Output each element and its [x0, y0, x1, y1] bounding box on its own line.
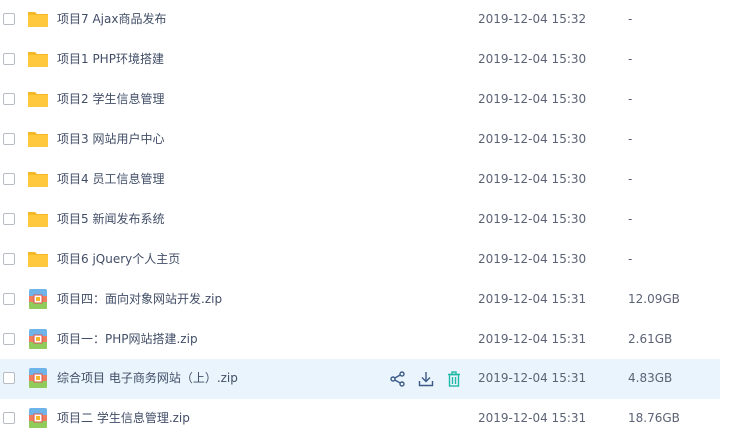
folder-icon: [27, 48, 49, 70]
file-size: -: [628, 92, 633, 106]
row-checkbox[interactable]: [3, 253, 15, 265]
row-checkbox[interactable]: [3, 293, 15, 305]
modified-date: 2019-12-04 15:32: [478, 12, 587, 26]
folder-icon: [27, 88, 49, 110]
modified-date: 2019-12-04 15:30: [478, 92, 587, 106]
file-name[interactable]: 项目7 Ajax商品发布: [57, 11, 166, 27]
share-icon[interactable]: [389, 370, 407, 388]
row-checkbox[interactable]: [3, 412, 15, 424]
file-size: 18.76GB: [628, 411, 680, 425]
row-checkbox[interactable]: [3, 53, 15, 65]
folder-icon: [27, 248, 49, 270]
row-checkbox[interactable]: [3, 133, 15, 145]
file-row[interactable]: 项目2 学生信息管理 2019-12-04 15:30 -: [0, 80, 720, 120]
folder-icon: [27, 168, 49, 190]
zip-archive-icon: [27, 367, 49, 389]
file-name[interactable]: 综合项目 电子商务网站（上）.zip: [57, 370, 238, 386]
file-name[interactable]: 项目一：PHP网站搭建.zip: [57, 331, 198, 347]
modified-date: 2019-12-04 15:30: [478, 132, 587, 146]
modified-date: 2019-12-04 15:31: [478, 411, 587, 425]
zip-archive-icon: [27, 288, 49, 310]
folder-icon: [27, 208, 49, 230]
file-row[interactable]: 项目6 jQuery个人主页 2019-12-04 15:30 -: [0, 240, 720, 280]
file-size: -: [628, 252, 633, 266]
file-name[interactable]: 项目3 网站用户中心: [57, 131, 164, 147]
row-checkbox[interactable]: [3, 93, 15, 105]
modified-date: 2019-12-04 15:30: [478, 252, 587, 266]
file-name[interactable]: 项目5 新闻发布系统: [57, 211, 164, 227]
file-row[interactable]: 项目四：面向对象网站开发.zip 2019-12-04 15:31 12.09G…: [0, 280, 720, 320]
row-checkbox[interactable]: [3, 372, 15, 384]
row-checkbox[interactable]: [3, 213, 15, 225]
file-row-hovered[interactable]: 综合项目 电子商务网站（上）.zip 2019-12-04 15:31 4.83…: [0, 359, 720, 399]
file-list: 项目7 Ajax商品发布 2019-12-04 15:32 - 项目1 PHP环…: [0, 0, 720, 437]
modified-date: 2019-12-04 15:30: [478, 172, 587, 186]
zip-archive-icon: [27, 407, 49, 429]
row-checkbox[interactable]: [3, 173, 15, 185]
file-name[interactable]: 项目4 员工信息管理: [57, 171, 164, 187]
file-row[interactable]: 项目4 员工信息管理 2019-12-04 15:30 -: [0, 160, 720, 200]
row-actions: [389, 369, 473, 389]
download-icon[interactable]: [417, 370, 435, 388]
file-row[interactable]: 项目5 新闻发布系统 2019-12-04 15:30 -: [0, 200, 720, 240]
file-size: -: [628, 12, 633, 26]
modified-date: 2019-12-04 15:31: [478, 371, 587, 385]
row-checkbox[interactable]: [3, 13, 15, 25]
file-size: 2.61GB: [628, 332, 673, 346]
modified-date: 2019-12-04 15:31: [478, 292, 587, 306]
file-name[interactable]: 项目6 jQuery个人主页: [57, 251, 180, 267]
folder-icon: [27, 8, 49, 30]
file-size: 4.83GB: [628, 371, 673, 385]
folder-icon: [27, 128, 49, 150]
file-size: -: [628, 212, 633, 226]
delete-icon[interactable]: [445, 370, 463, 388]
file-row[interactable]: 项目一：PHP网站搭建.zip 2019-12-04 15:31 2.61GB: [0, 320, 720, 360]
file-name[interactable]: 项目1 PHP环境搭建: [57, 51, 164, 67]
row-checkbox[interactable]: [3, 333, 15, 345]
modified-date: 2019-12-04 15:30: [478, 212, 587, 226]
file-row[interactable]: 项目二 学生信息管理.zip 2019-12-04 15:31 18.76GB: [0, 399, 720, 437]
file-size: -: [628, 172, 633, 186]
file-size: -: [628, 132, 633, 146]
file-size: 12.09GB: [628, 292, 680, 306]
modified-date: 2019-12-04 15:30: [478, 52, 587, 66]
file-row[interactable]: 项目3 网站用户中心 2019-12-04 15:30 -: [0, 120, 720, 160]
file-name[interactable]: 项目2 学生信息管理: [57, 91, 164, 107]
file-name[interactable]: 项目二 学生信息管理.zip: [57, 410, 190, 426]
file-row[interactable]: 项目7 Ajax商品发布 2019-12-04 15:32 -: [0, 0, 720, 40]
zip-archive-icon: [27, 328, 49, 350]
file-size: -: [628, 52, 633, 66]
file-name[interactable]: 项目四：面向对象网站开发.zip: [57, 291, 222, 307]
modified-date: 2019-12-04 15:31: [478, 332, 587, 346]
file-row[interactable]: 项目1 PHP环境搭建 2019-12-04 15:30 -: [0, 40, 720, 80]
